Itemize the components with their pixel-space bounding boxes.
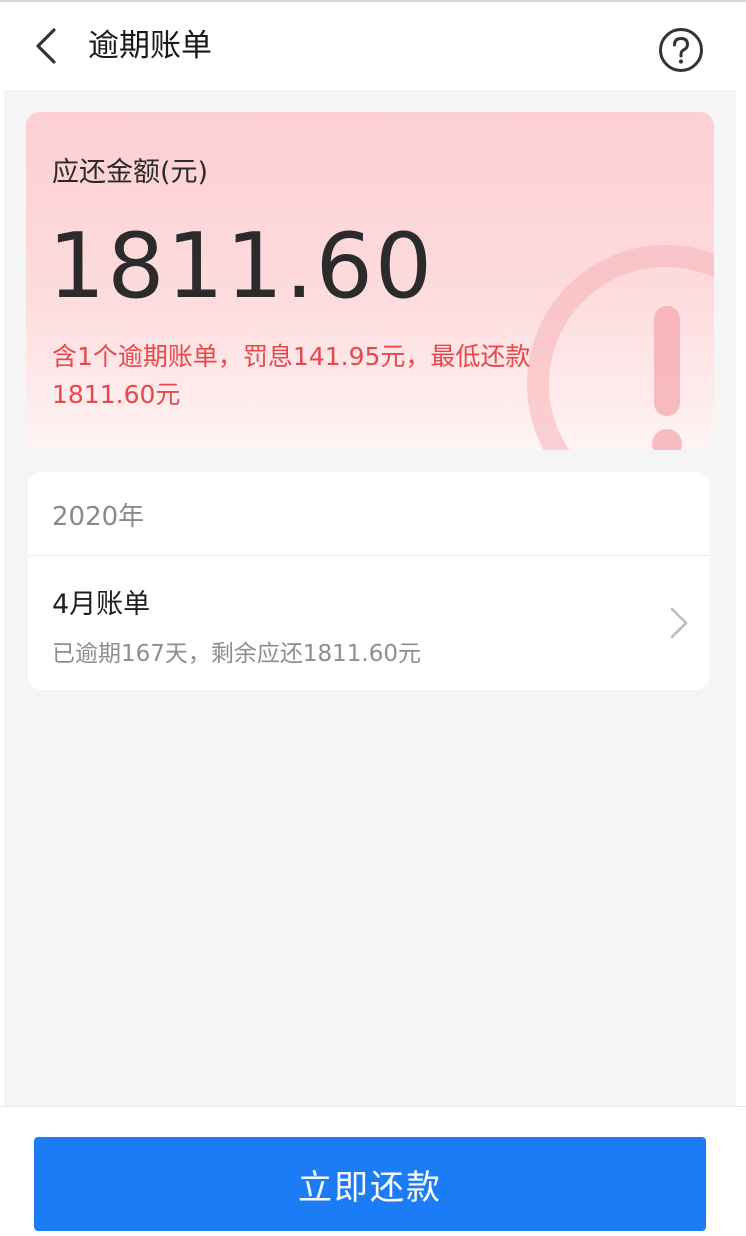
pay-now-button[interactable]: 立即还款 [34, 1137, 706, 1231]
amount-due-card: 应还金额(元) 1811.60 含1个逾期账单，罚息141.95元，最低还款18… [26, 112, 714, 450]
content-area: 应还金额(元) 1811.60 含1个逾期账单，罚息141.95元，最低还款18… [4, 90, 736, 1106]
help-button[interactable] [657, 26, 705, 74]
year-header: 2020年 [28, 472, 710, 556]
bill-list-card: 2020年 4月账单 已逾期167天，剩余应还1811.60元 [28, 472, 710, 690]
bottom-action-bar: 立即还款 [0, 1106, 746, 1236]
question-circle-icon [659, 28, 703, 72]
back-button[interactable] [26, 22, 66, 70]
chevron-right-icon [670, 607, 688, 639]
amount-due-label: 应还金额(元) [52, 157, 209, 188]
year-label: 2020年 [52, 502, 145, 532]
header-bar: 逾期账单 [0, 2, 746, 90]
bill-overdue-detail: 已逾期167天，剩余应还1811.60元 [52, 641, 422, 667]
app-root: 逾期账单 应还金额(元) 1811.60 含1个逾期账单，罚息141.95元，最… [0, 0, 746, 1236]
chevron-left-icon [36, 28, 56, 64]
list-item[interactable]: 4月账单 已逾期167天，剩余应还1811.60元 [28, 556, 710, 690]
page-title: 逾期账单 [88, 28, 212, 64]
amount-due-value: 1811.60 [48, 214, 435, 319]
overdue-summary-note: 含1个逾期账单，罚息141.95元，最低还款1811.60元 [52, 342, 531, 409]
bill-month-title: 4月账单 [52, 589, 151, 620]
